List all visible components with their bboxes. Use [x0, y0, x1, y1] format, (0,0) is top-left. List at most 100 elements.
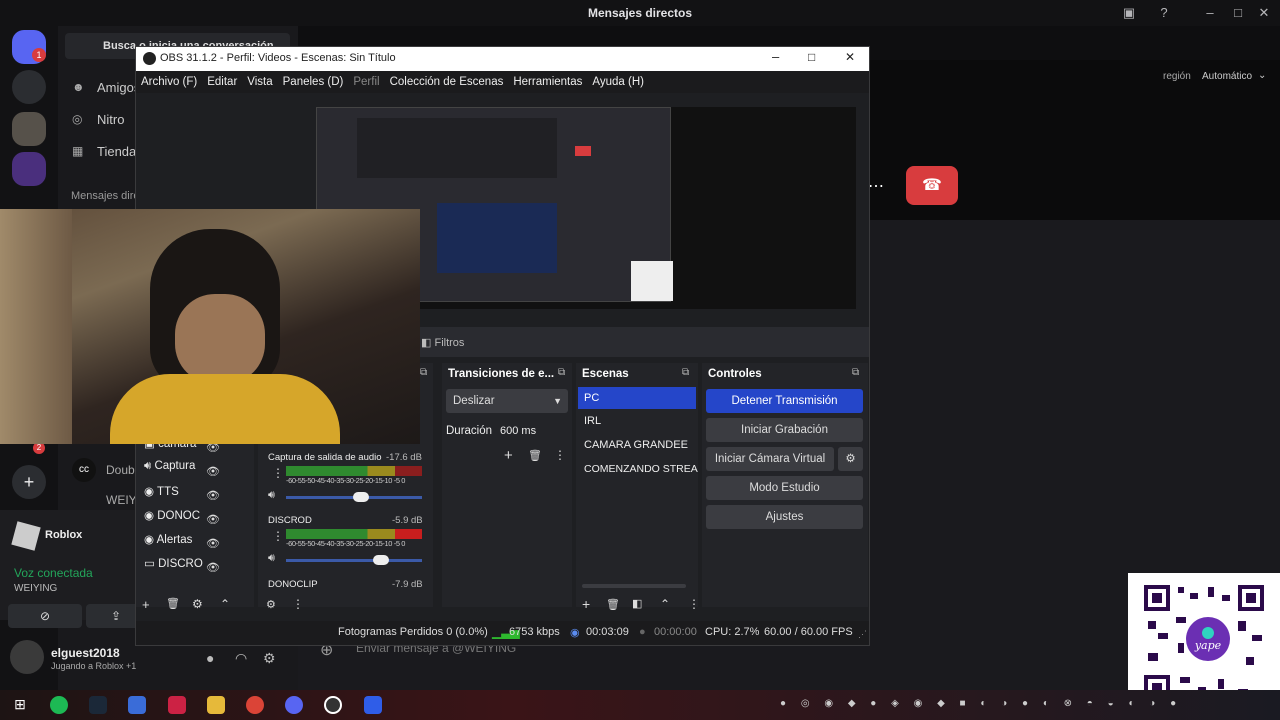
- person-shirt: [110, 374, 340, 444]
- more-options-icon[interactable]: ⋯: [868, 176, 884, 196]
- inbox-icon[interactable]: ▣: [1120, 4, 1138, 22]
- add-scene-icon[interactable]: +: [582, 596, 590, 612]
- camera-off-button[interactable]: ⊘: [8, 604, 82, 628]
- maximize-icon[interactable]: □: [808, 50, 815, 64]
- dm-item[interactable]: Doub: [106, 463, 135, 477]
- obs-icon[interactable]: [324, 696, 342, 714]
- scene-item[interactable]: IRL: [584, 415, 601, 427]
- filters-button[interactable]: ◧ Filtros: [421, 336, 464, 349]
- dock-float-icon[interactable]: ⧉: [682, 367, 689, 378]
- server-icon[interactable]: [12, 112, 46, 146]
- menu-edit[interactable]: Editar: [202, 71, 242, 93]
- close-icon[interactable]: ✕: [1255, 4, 1273, 22]
- help-icon[interactable]: ?: [1155, 4, 1173, 22]
- nav-nitro[interactable]: Nitro: [97, 112, 124, 127]
- nav-friends[interactable]: Amigos: [97, 80, 140, 95]
- add-source-icon[interactable]: +: [142, 597, 150, 612]
- visibility-icon[interactable]: 👁︎: [206, 460, 220, 484]
- visibility-icon[interactable]: 👁︎: [206, 556, 220, 580]
- visibility-icon[interactable]: 👁︎: [206, 532, 220, 556]
- visibility-icon[interactable]: 👁︎: [206, 508, 220, 532]
- volume-slider[interactable]: [286, 492, 422, 502]
- dock-float-icon[interactable]: ⧉: [852, 367, 859, 378]
- maximize-icon[interactable]: □: [1229, 4, 1247, 22]
- scene-filters-icon[interactable]: ◧: [632, 597, 642, 610]
- scene-item[interactable]: PC: [578, 387, 696, 409]
- speaker-icon[interactable]: 🔊︎: [268, 489, 275, 502]
- move-up-icon[interactable]: ⌃: [660, 597, 670, 611]
- steam-icon[interactable]: [89, 696, 107, 714]
- volume-slider[interactable]: [286, 555, 422, 565]
- chrome-icon[interactable]: [246, 696, 264, 714]
- horizontal-scrollbar[interactable]: [582, 584, 686, 588]
- stop-streaming-button[interactable]: Detener Transmisión: [706, 389, 863, 413]
- menu-view[interactable]: Vista: [242, 71, 277, 93]
- close-icon[interactable]: ✕: [845, 50, 855, 64]
- discord-icon[interactable]: [285, 696, 303, 714]
- menu-docks[interactable]: Paneles (D): [278, 71, 349, 93]
- add-transition-icon[interactable]: +: [504, 447, 513, 464]
- windows-start-icon[interactable]: ⊞: [11, 696, 29, 714]
- kebab-icon[interactable]: ⋮: [272, 529, 284, 543]
- resize-grip-icon[interactable]: ⋰: [858, 629, 867, 640]
- microphone-icon[interactable]: ●: [206, 650, 214, 666]
- folder-icon[interactable]: [207, 696, 225, 714]
- gear-icon[interactable]: ⚙: [263, 650, 276, 667]
- dm-item[interactable]: WEIY: [106, 493, 137, 507]
- minimize-icon[interactable]: –: [1201, 4, 1219, 22]
- store-icon[interactable]: [128, 696, 146, 714]
- menu-profile[interactable]: Perfil: [348, 71, 384, 93]
- menu-scene-collection[interactable]: Colección de Escenas: [385, 71, 509, 93]
- minimize-icon[interactable]: –: [772, 49, 779, 64]
- source-item[interactable]: 🔊︎ Captura: [144, 460, 195, 473]
- add-server-icon[interactable]: +: [12, 465, 46, 499]
- mixer-settings-icon[interactable]: ⚙: [266, 598, 276, 611]
- source-item[interactable]: ▭ DISCRO: [144, 556, 203, 570]
- source-item[interactable]: ◉ TTS: [144, 484, 179, 498]
- menu-file[interactable]: Archivo (F): [136, 71, 202, 93]
- avatar: [10, 640, 44, 674]
- hangup-button[interactable]: ☎: [906, 166, 958, 205]
- kebab-icon[interactable]: ⋮: [272, 466, 284, 480]
- transition-select[interactable]: Deslizar ▼: [446, 389, 568, 413]
- kebab-icon[interactable]: ⋮: [554, 448, 566, 462]
- fps-readout: 60.00 / 60.00 FPS: [764, 626, 853, 638]
- transitions-dock: Transiciones de e... ⧉ Deslizar ▼ Duració…: [442, 363, 572, 607]
- server-icon[interactable]: [12, 152, 46, 186]
- meter-scale: -60-55-50-45-40-35-30-25-20-15-10 -5 0: [286, 539, 406, 548]
- move-up-icon[interactable]: ⌃: [220, 597, 230, 611]
- start-virtual-camera-button[interactable]: Iniciar Cámara Virtual: [706, 447, 834, 471]
- gear-icon[interactable]: ⚙: [838, 447, 863, 471]
- remove-transition-icon[interactable]: 🗑︎: [528, 449, 542, 462]
- spotify-icon[interactable]: [50, 696, 68, 714]
- settings-button[interactable]: Ajustes: [706, 505, 863, 529]
- kebab-icon[interactable]: ⋮: [688, 597, 700, 611]
- visibility-icon[interactable]: 👁︎: [206, 484, 220, 508]
- headphones-icon[interactable]: ◠: [235, 650, 247, 667]
- menu-help[interactable]: Ayuda (H): [587, 71, 649, 93]
- roblox-icon[interactable]: [364, 696, 382, 714]
- source-item[interactable]: ◉ Alertas: [144, 532, 192, 546]
- start-recording-button[interactable]: Iniciar Grabación: [706, 418, 863, 442]
- slider-knob[interactable]: [373, 555, 390, 565]
- dock-float-icon[interactable]: ⧉: [558, 367, 565, 378]
- scene-item[interactable]: COMENZANDO STREAM: [584, 463, 698, 475]
- menu-tools[interactable]: Herramientas: [508, 71, 587, 93]
- slider-knob[interactable]: [352, 492, 369, 502]
- region-select[interactable]: Automático: [1202, 71, 1252, 82]
- scene-item[interactable]: CAMARA GRANDEE: [584, 439, 688, 451]
- remove-source-icon[interactable]: 🗑︎: [166, 597, 180, 610]
- volume-meter: [286, 466, 422, 476]
- app-icon[interactable]: [168, 696, 186, 714]
- nav-shop[interactable]: Tienda: [97, 144, 136, 159]
- duration-input[interactable]: 600 ms: [496, 419, 568, 443]
- remove-scene-icon[interactable]: 🗑︎: [606, 598, 620, 611]
- studio-mode-button[interactable]: Modo Estudio: [706, 476, 863, 500]
- source-item[interactable]: ◉ DONOC: [144, 508, 200, 522]
- speaker-icon[interactable]: 🔊︎: [268, 552, 275, 565]
- server-icon[interactable]: [12, 70, 46, 104]
- dock-float-icon[interactable]: ⧉: [420, 367, 427, 378]
- system-tray-icons[interactable]: ● ◎ ◉ ◆ ● ◈ ◉ ◆ ■ ◐ ◑ ● ◐ ⊗ ◓ ◒ ◐ ◑ ●: [780, 698, 1182, 709]
- source-properties-icon[interactable]: ⚙: [192, 597, 203, 611]
- kebab-icon[interactable]: ⋮: [292, 597, 304, 611]
